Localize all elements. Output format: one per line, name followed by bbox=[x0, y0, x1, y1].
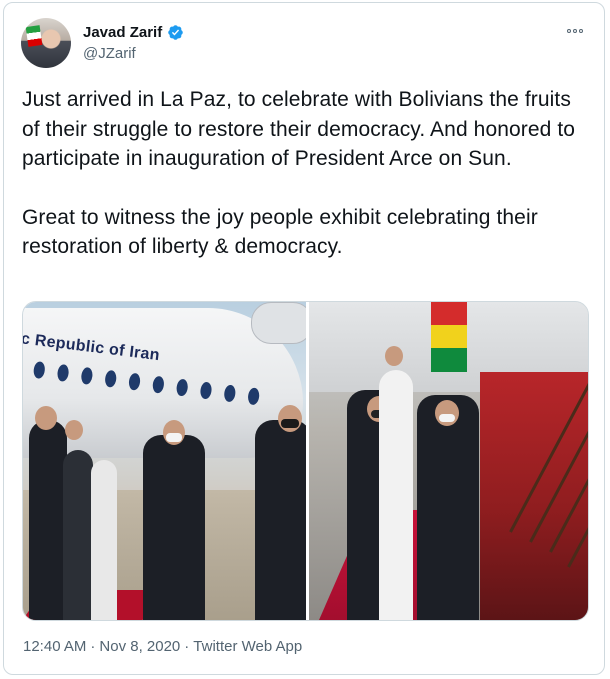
tweet-source[interactable]: Twitter Web App bbox=[193, 638, 302, 655]
person-figure bbox=[417, 395, 479, 620]
avatar[interactable] bbox=[21, 18, 71, 68]
face-mask bbox=[439, 414, 455, 422]
airplane-engine bbox=[251, 302, 306, 344]
flag-icon bbox=[25, 25, 43, 47]
person-figure bbox=[91, 460, 117, 620]
person-head bbox=[385, 346, 403, 366]
more-options-icon[interactable] bbox=[564, 24, 586, 38]
face-mask bbox=[281, 419, 299, 428]
meta-separator: · bbox=[90, 638, 96, 655]
author-row: Javad Zarif bbox=[83, 24, 184, 41]
author-name[interactable]: Javad Zarif bbox=[83, 24, 162, 41]
tweet-header: Javad Zarif @JZarif bbox=[21, 18, 586, 70]
tweet-metadata: 12:40 AM · Nov 8, 2020 · Twitter Web App bbox=[23, 638, 302, 655]
person-figure bbox=[143, 435, 205, 620]
bolivian-flag bbox=[431, 302, 467, 372]
meta-separator: · bbox=[184, 638, 190, 655]
tweet-media: mic Republic of Iran bbox=[22, 301, 589, 621]
person-figure bbox=[255, 420, 306, 620]
person-figure bbox=[63, 450, 93, 620]
photo-honor-guard[interactable] bbox=[309, 302, 588, 620]
airplane-livery-text: mic Republic of Iran bbox=[23, 328, 161, 365]
airplane-windows bbox=[23, 358, 279, 415]
tweet-paragraph: Great to witness the joy people exhibit … bbox=[22, 205, 538, 259]
tweet-time[interactable]: 12:40 AM bbox=[23, 638, 86, 655]
author-handle[interactable]: @JZarif bbox=[83, 45, 136, 62]
tweet-card: Javad Zarif @JZarif Just arrived in La P… bbox=[3, 2, 605, 675]
face-mask bbox=[166, 433, 182, 442]
person-figure bbox=[29, 420, 67, 620]
photo-airplane-arrival[interactable]: mic Republic of Iran bbox=[23, 302, 306, 620]
tweet-date[interactable]: Nov 8, 2020 bbox=[99, 638, 180, 655]
person-head bbox=[35, 406, 57, 430]
verified-badge-icon bbox=[168, 25, 183, 40]
person-head bbox=[435, 400, 459, 426]
tweet-paragraph: Just arrived in La Paz, to celebrate wit… bbox=[22, 88, 576, 170]
person-head bbox=[65, 420, 83, 440]
tweet-text: Just arrived in La Paz, to celebrate wit… bbox=[22, 85, 594, 262]
person-figure bbox=[379, 370, 413, 620]
